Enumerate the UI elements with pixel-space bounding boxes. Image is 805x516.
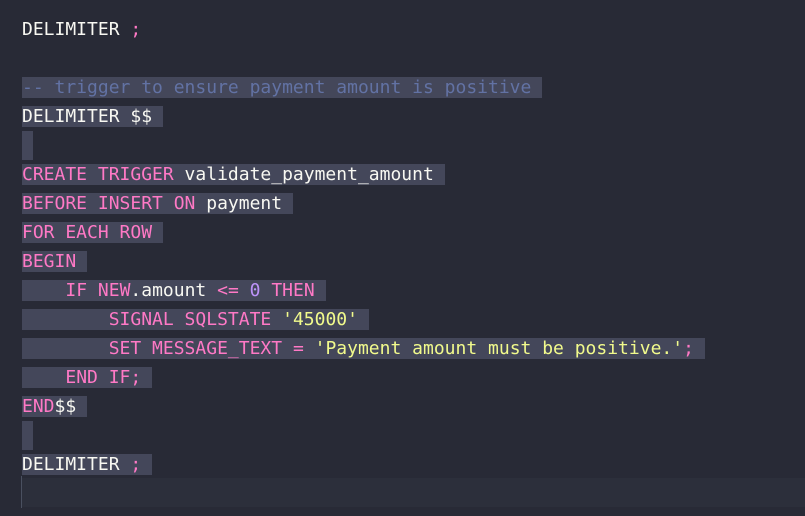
code-operator: <= bbox=[217, 280, 239, 301]
code-number: 0 bbox=[249, 280, 261, 301]
code-keyword: FOR EACH ROW bbox=[22, 222, 153, 243]
selection-pad bbox=[315, 280, 326, 301]
selection-pad bbox=[531, 77, 542, 98]
code-line-15[interactable] bbox=[22, 421, 33, 450]
code-keyword: END bbox=[22, 396, 55, 417]
selection-pad bbox=[358, 309, 369, 330]
code-line-7[interactable]: BEFORE INSERT ON payment bbox=[22, 189, 293, 218]
code-line-9[interactable]: BEGIN bbox=[22, 247, 88, 276]
code-token: DELIMITER bbox=[22, 19, 120, 40]
code-token: $$ bbox=[54, 396, 77, 417]
code-line-6[interactable]: CREATE TRIGGER validate_payment_amount bbox=[22, 160, 445, 189]
selection-pad bbox=[694, 338, 705, 359]
code-line-5[interactable] bbox=[22, 131, 33, 160]
selection-pad bbox=[282, 193, 293, 214]
code-line-14[interactable]: END$$ bbox=[22, 392, 88, 421]
code-keyword: SET MESSAGE_TEXT bbox=[108, 338, 283, 359]
selection-pad bbox=[152, 222, 163, 243]
current-line-highlight bbox=[22, 478, 805, 507]
code-string: 'Payment amount must be positive.' bbox=[314, 338, 684, 359]
selection-pad bbox=[152, 106, 163, 127]
code-keyword: NEW bbox=[97, 280, 131, 301]
code-keyword: BEGIN bbox=[22, 251, 77, 272]
code-token: DELIMITER bbox=[22, 454, 120, 475]
code-keyword: END IF; bbox=[65, 367, 142, 388]
code-token: validate_payment_amount bbox=[173, 164, 434, 185]
selection-pad bbox=[141, 367, 152, 388]
selection-pad bbox=[22, 421, 33, 450]
code-operator: ; bbox=[130, 454, 142, 475]
code-line-3[interactable]: -- trigger to ensure payment amount is p… bbox=[22, 73, 543, 102]
code-operator: = bbox=[292, 338, 304, 359]
code-keyword: CREATE TRIGGER bbox=[22, 164, 174, 185]
code-keyword: BEFORE INSERT ON bbox=[22, 193, 196, 214]
code-keyword: IF bbox=[65, 280, 88, 301]
selection-pad bbox=[141, 454, 152, 475]
code-line-12[interactable]: SET MESSAGE_TEXT = 'Payment amount must … bbox=[22, 334, 705, 363]
code-line-16[interactable]: DELIMITER ; bbox=[22, 450, 153, 479]
code-token: DELIMITER $$ bbox=[22, 106, 153, 127]
code-keyword: THEN bbox=[271, 280, 315, 301]
selection-pad bbox=[76, 251, 87, 272]
code-token: .amount bbox=[130, 280, 218, 301]
code-token: ; bbox=[130, 19, 142, 40]
code-editor[interactable]: DELIMITER ; -- trigger to ensure payment… bbox=[0, 0, 805, 516]
code-keyword: SIGNAL SQLSTATE bbox=[108, 309, 272, 330]
code-line-11[interactable]: SIGNAL SQLSTATE '45000' bbox=[22, 305, 369, 334]
code-string: '45000' bbox=[282, 309, 358, 330]
selection-pad bbox=[76, 396, 87, 417]
cursor-gutter-marker bbox=[21, 476, 22, 508]
code-operator: ; bbox=[683, 338, 694, 359]
code-line-4[interactable]: DELIMITER $$ bbox=[22, 102, 163, 131]
code-comment: -- trigger to ensure payment amount is p… bbox=[22, 77, 532, 98]
code-token: payment bbox=[195, 193, 283, 214]
code-line-8[interactable]: FOR EACH ROW bbox=[22, 218, 163, 247]
code-line-10[interactable]: IF NEW.amount <= 0 THEN bbox=[22, 276, 326, 305]
code-line-1[interactable]: DELIMITER ; bbox=[22, 15, 141, 44]
selection-pad bbox=[434, 164, 445, 185]
selection-pad bbox=[22, 131, 33, 160]
code-line-13[interactable]: END IF; bbox=[22, 363, 153, 392]
